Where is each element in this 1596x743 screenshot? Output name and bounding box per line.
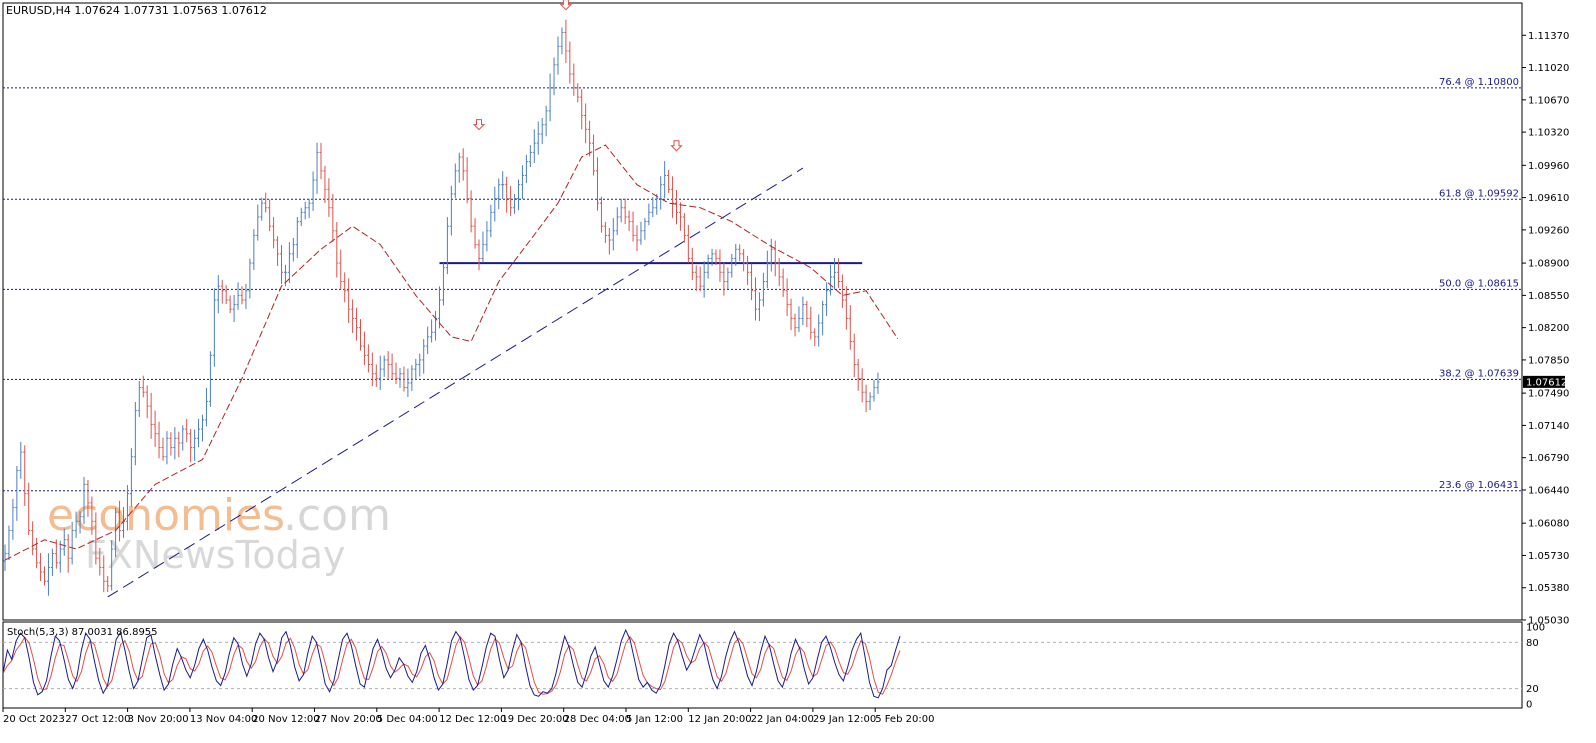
x-tick-label: 28 Dec 04:00 [564,714,631,725]
y-tick-label: 1.06440 [1528,485,1569,496]
current-price-marker: 1.07612 [1523,375,1567,388]
y-tick-label: 1.11020 [1528,63,1569,74]
y-tick-label: 1.10320 [1528,128,1569,139]
y-tick-label: 1.11370 [1528,31,1569,42]
stoch-tick-label: 80 [1526,638,1539,649]
y-tick-label: 1.08550 [1528,291,1569,302]
y-tick-label: 1.10670 [1528,95,1569,106]
stoch-tick-label: 20 [1526,684,1539,695]
fib-label: 50.0 @ 1.08615 [1439,278,1519,289]
x-tick-label: 12 Jan 20:00 [688,714,751,725]
y-tick-label: 1.06790 [1528,453,1569,464]
y-tick-label: 1.07490 [1528,389,1569,400]
y-tick-label: 1.07140 [1528,421,1569,432]
y-tick-label: 1.09960 [1528,161,1569,172]
x-tick-label: 5 Jan 12:00 [626,714,683,725]
fib-label: 23.6 @ 1.06431 [1439,480,1519,491]
x-tick-label: 5 Feb 20:00 [875,714,934,725]
fib-label: 76.4 @ 1.10800 [1439,77,1519,88]
x-tick-label: 13 Nov 04:00 [190,714,257,725]
fib-label: 61.8 @ 1.09592 [1439,188,1519,199]
stoch-tick-label: 0 [1526,700,1532,711]
x-tick-label: 12 Dec 12:00 [439,714,506,725]
y-tick-label: 1.05730 [1528,551,1569,562]
y-axis: 1.11370 1.11020 1.10670 1.10320 1.09960 1.096… [1522,31,1569,627]
current-price-label: 1.07612 [1526,377,1567,388]
x-tick-label: 29 Jan 12:00 [813,714,876,725]
y-tick-label: 1.05380 [1528,583,1569,594]
watermark: economies .com FXNewsToday [47,490,391,577]
chart-header: EURUSD,H4 1.07624 1.07731 1.07563 1.0761… [6,4,267,17]
x-tick-label: 20 Nov 12:00 [252,714,319,725]
x-tick-label: 5 Dec 04:00 [377,714,438,725]
stoch-label: Stoch(5,3,3) 87.0031 86.8955 [7,627,158,638]
y-tick-label: 1.07850 [1528,355,1569,366]
y-tick-label: 1.06080 [1528,519,1569,530]
fib-label: 38.2 @ 1.07639 [1439,368,1519,379]
x-tick-label: 27 Oct 12:00 [65,714,130,725]
x-tick-label: 27 Nov 20:00 [315,714,382,725]
x-tick-label: 22 Jan 04:00 [751,714,814,725]
y-tick-label: 1.08200 [1528,323,1569,334]
y-tick-label: 1.09610 [1528,193,1569,204]
x-tick-label: 3 Nov 20:00 [128,714,189,725]
watermark-fxnewstoday: FXNewsToday [85,533,345,577]
stoch-tick-label: 100 [1526,623,1545,634]
chart-canvas: economies .com FXNewsToday 76.4 @ 1.1080… [2,0,1569,725]
x-tick-label: 20 Oct 2023 [3,714,65,725]
x-tick-label: 19 Dec 20:00 [501,714,568,725]
x-axis: 20 Oct 2023 27 Oct 12:003 Nov 20:00 13 Nov… [2,708,934,725]
y-tick-label: 1.08900 [1528,259,1569,270]
y-tick-label: 1.09260 [1528,225,1569,236]
